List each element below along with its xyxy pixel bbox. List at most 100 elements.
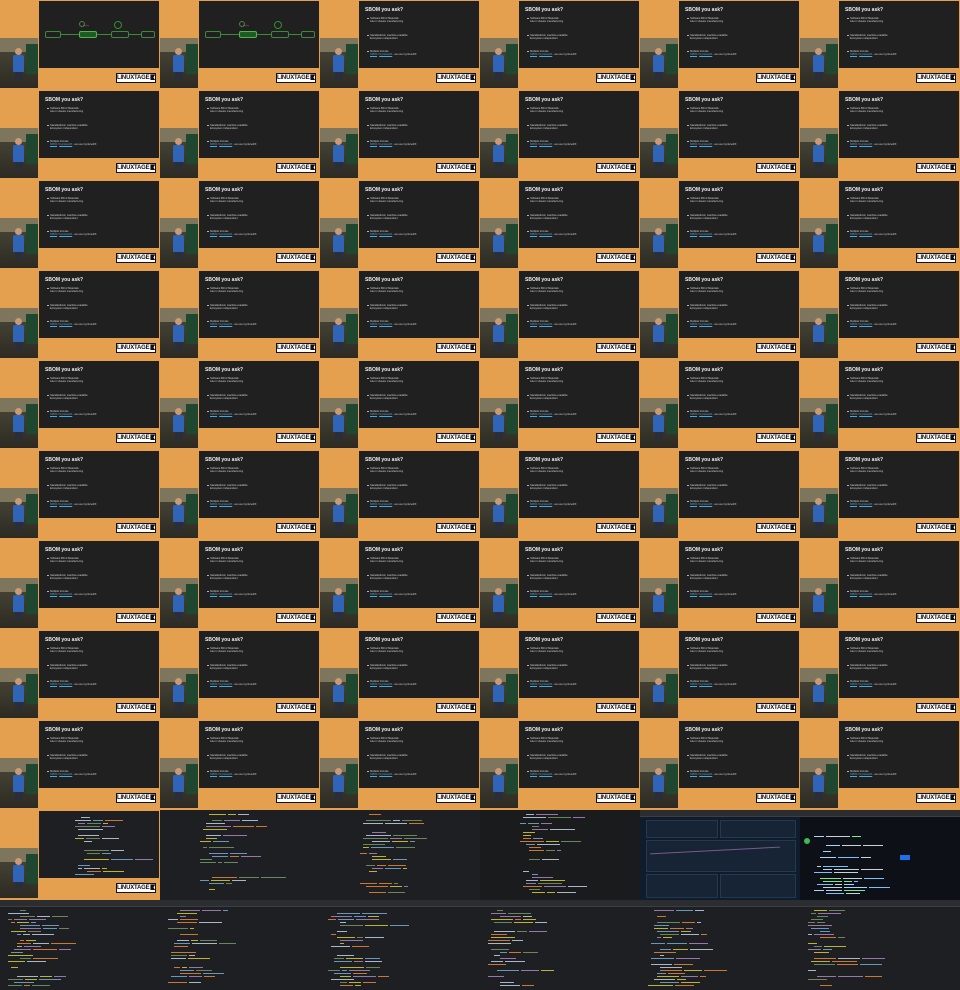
cyclonedx-link[interactable]: CycloneDX xyxy=(859,593,872,596)
cyclonedx-link[interactable]: CycloneDX xyxy=(59,323,72,326)
thumbnail-frame[interactable]: SBOM you ask? Software Bill of Materials L… xyxy=(0,450,160,540)
thumbnail-frame[interactable]: SBOM you ask? Software Bill of Materials L… xyxy=(640,450,800,540)
thumbnail-frame[interactable]: SBOM you ask? Software Bill of Materials L… xyxy=(480,450,640,540)
cyclonedx-link[interactable]: CycloneDX xyxy=(219,773,232,776)
thumbnail-frame[interactable] xyxy=(160,810,320,900)
thumbnail-frame[interactable]: SBOM you ask? Software Bill of Materials L… xyxy=(160,360,320,450)
cyclonedx-link[interactable]: CycloneDX xyxy=(859,773,872,776)
thumbnail-frame[interactable] xyxy=(320,900,480,990)
cyclonedx-link[interactable]: CycloneDX xyxy=(219,503,232,506)
thumbnail-frame[interactable]: SBOM you ask? Software Bill of Materials L… xyxy=(640,720,800,810)
thumbnail-frame[interactable]: SBOM you ask? Software Bill of Materials L… xyxy=(480,0,640,90)
thumbnail-frame[interactable]: SBOM you ask? Software Bill of Materials L… xyxy=(0,540,160,630)
cyclonedx-link[interactable]: CycloneDX xyxy=(379,773,392,776)
cyclonedx-link[interactable]: CycloneDX xyxy=(699,233,712,236)
cyclonedx-link[interactable]: CycloneDX xyxy=(539,323,552,326)
thumbnail-frame[interactable] xyxy=(480,810,640,900)
cyclonedx-link[interactable]: CycloneDX xyxy=(699,773,712,776)
thumbnail-frame[interactable]: SBOM you ask? Software Bill of Materials L… xyxy=(320,450,480,540)
thumbnail-frame[interactable]: SBOM you ask? Software Bill of Materials L… xyxy=(320,180,480,270)
cyclonedx-link[interactable]: CycloneDX xyxy=(539,773,552,776)
thumbnail-frame[interactable]: SBOM you ask? Software Bill of Materials L… xyxy=(160,180,320,270)
thumbnail-frame[interactable]: SBOM you ask? Software Bill of Materials L… xyxy=(800,270,960,360)
thumbnail-frame[interactable]: SBOM you ask? Software Bill of Materials L… xyxy=(0,180,160,270)
thumbnail-frame[interactable]: SBOM you ask? Software Bill of Materials L… xyxy=(160,720,320,810)
thumbnail-frame[interactable] xyxy=(640,810,800,900)
thumbnail-frame[interactable]: SBOM you ask? Software Bill of Materials L… xyxy=(800,90,960,180)
cyclonedx-link[interactable]: CycloneDX xyxy=(539,143,552,146)
cyclonedx-link[interactable]: CycloneDX xyxy=(379,683,392,686)
thumbnail-frame[interactable]: SBOM you ask? Software Bill of Materials L… xyxy=(480,720,640,810)
cyclonedx-link[interactable]: CycloneDX xyxy=(699,413,712,416)
cyclonedx-link[interactable]: CycloneDX xyxy=(379,233,392,236)
thumbnail-frame[interactable]: SBOM you ask? Software Bill of Materials L… xyxy=(480,630,640,720)
cyclonedx-link[interactable]: CycloneDX xyxy=(379,323,392,326)
cyclonedx-link[interactable]: CycloneDX xyxy=(59,143,72,146)
cyclonedx-link[interactable]: CycloneDX xyxy=(219,323,232,326)
thumbnail-frame[interactable]: SBOM you ask? Software Bill of Materials L… xyxy=(800,540,960,630)
cyclonedx-link[interactable]: CycloneDX xyxy=(699,683,712,686)
thumbnail-frame[interactable]: SBOM you ask? Software Bill of Materials L… xyxy=(320,720,480,810)
thumbnail-frame[interactable]: SBOM you ask? Software Bill of Materials L… xyxy=(160,630,320,720)
thumbnail-frame[interactable] xyxy=(0,900,160,990)
cyclonedx-link[interactable]: CycloneDX xyxy=(539,53,552,56)
thumbnail-frame[interactable]: SBOM you ask? Software Bill of Materials L… xyxy=(480,270,640,360)
thumbnail-frame[interactable]: SBOM you ask? Software Bill of Materials L… xyxy=(480,180,640,270)
cyclonedx-link[interactable]: CycloneDX xyxy=(219,233,232,236)
thumbnail-frame[interactable]: SBOM you ask? Software Bill of Materials L… xyxy=(480,90,640,180)
thumbnail-frame[interactable]: SBOM you ask? Software Bill of Materials L… xyxy=(0,90,160,180)
thumbnail-frame[interactable]: SBOM you ask? Software Bill of Materials L… xyxy=(800,630,960,720)
cyclonedx-link[interactable]: CycloneDX xyxy=(539,233,552,236)
cyclonedx-link[interactable]: CycloneDX xyxy=(539,413,552,416)
thumbnail-frame[interactable]: SBOM you ask? Software Bill of Materials L… xyxy=(480,540,640,630)
cyclonedx-link[interactable]: CycloneDX xyxy=(59,773,72,776)
thumbnail-frame[interactable]: SBOM you ask? Software Bill of Materials L… xyxy=(160,540,320,630)
cyclonedx-link[interactable]: CycloneDX xyxy=(859,53,872,56)
thumbnail-frame[interactable]: SBOM you ask? Software Bill of Materials L… xyxy=(800,720,960,810)
thumbnail-frame[interactable]: SBOM you ask? Software Bill of Materials L… xyxy=(640,630,800,720)
thumbnail-frame[interactable]: SBOM you ask? Software Bill of Materials L… xyxy=(640,360,800,450)
thumbnail-frame[interactable]: LINUXTAGE xyxy=(0,810,160,900)
thumbnail-frame[interactable] xyxy=(160,900,320,990)
thumbnail-frame[interactable] xyxy=(640,900,800,990)
thumbnail-frame[interactable]: SBOM you ask? Software Bill of Materials L… xyxy=(800,450,960,540)
cyclonedx-link[interactable]: CycloneDX xyxy=(699,503,712,506)
cyclonedx-link[interactable]: CycloneDX xyxy=(539,593,552,596)
thumbnail-frame[interactable] xyxy=(480,900,640,990)
thumbnail-frame[interactable]: SBOM you ask? Software Bill of Materials L… xyxy=(320,630,480,720)
cyclonedx-link[interactable]: CycloneDX xyxy=(699,53,712,56)
cyclonedx-link[interactable]: CycloneDX xyxy=(699,593,712,596)
cyclonedx-link[interactable]: CycloneDX xyxy=(59,503,72,506)
thumbnail-frame[interactable]: SBOM you ask? Software Bill of Materials L… xyxy=(800,360,960,450)
thumbnail-frame[interactable] xyxy=(320,810,480,900)
cyclonedx-link[interactable]: CycloneDX xyxy=(219,683,232,686)
thumbnail-frame[interactable]: deploy LINUXTAGE xyxy=(0,0,160,90)
thumbnail-frame[interactable]: SBOM you ask? Software Bill of Materials L… xyxy=(0,630,160,720)
cyclonedx-link[interactable]: CycloneDX xyxy=(859,503,872,506)
cyclonedx-link[interactable]: CycloneDX xyxy=(859,683,872,686)
cyclonedx-link[interactable]: CycloneDX xyxy=(859,413,872,416)
cyclonedx-link[interactable]: CycloneDX xyxy=(379,53,392,56)
cyclonedx-link[interactable]: CycloneDX xyxy=(859,233,872,236)
thumbnail-frame[interactable]: SBOM you ask? Software Bill of Materials L… xyxy=(160,450,320,540)
cyclonedx-link[interactable]: CycloneDX xyxy=(859,323,872,326)
thumbnail-frame[interactable]: SBOM you ask? Software Bill of Materials L… xyxy=(640,270,800,360)
thumbnail-frame[interactable]: SBOM you ask? Software Bill of Materials L… xyxy=(320,90,480,180)
cyclonedx-link[interactable]: CycloneDX xyxy=(379,143,392,146)
thumbnail-frame[interactable]: deploy LINUXTAGE xyxy=(160,0,320,90)
thumbnail-frame[interactable]: SBOM you ask? Software Bill of Materials L… xyxy=(320,0,480,90)
cyclonedx-link[interactable]: CycloneDX xyxy=(379,413,392,416)
cyclonedx-link[interactable]: CycloneDX xyxy=(379,593,392,596)
thumbnail-frame[interactable]: SBOM you ask? Software Bill of Materials L… xyxy=(800,180,960,270)
thumbnail-frame[interactable]: SBOM you ask? Software Bill of Materials L… xyxy=(160,270,320,360)
thumbnail-frame[interactable]: SBOM you ask? Software Bill of Materials L… xyxy=(640,540,800,630)
cyclonedx-link[interactable]: CycloneDX xyxy=(379,503,392,506)
action-button[interactable] xyxy=(900,855,910,860)
thumbnail-frame[interactable]: SBOM you ask? Software Bill of Materials L… xyxy=(640,90,800,180)
thumbnail-frame[interactable] xyxy=(800,900,960,990)
cyclonedx-link[interactable]: CycloneDX xyxy=(219,143,232,146)
thumbnail-frame[interactable]: SBOM you ask? Software Bill of Materials L… xyxy=(480,360,640,450)
thumbnail-frame[interactable]: SBOM you ask? Software Bill of Materials L… xyxy=(0,720,160,810)
cyclonedx-link[interactable]: CycloneDX xyxy=(59,593,72,596)
cyclonedx-link[interactable]: CycloneDX xyxy=(59,233,72,236)
